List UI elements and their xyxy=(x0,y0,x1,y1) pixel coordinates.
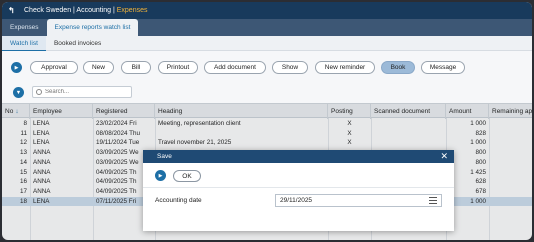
divider xyxy=(143,187,454,188)
tab-expense-reports-watch-list[interactable]: Expense reports watch list xyxy=(46,19,139,36)
list-icon[interactable] xyxy=(429,197,437,204)
sub-tabs: Watch list Booked invoices xyxy=(2,36,532,51)
breadcrumb: Check Sweden | Accounting | Expenses xyxy=(24,7,148,14)
close-icon[interactable]: ✕ xyxy=(440,151,448,162)
back-arrow-icon[interactable]: ↰ xyxy=(8,6,18,15)
breadcrumb-section[interactable]: Expenses xyxy=(117,7,148,14)
book-button[interactable]: Book xyxy=(381,61,415,74)
show-button[interactable]: Show xyxy=(272,61,308,74)
run-icon[interactable]: ▶ xyxy=(11,62,22,73)
toolbar: ▶ Approval New Bill Printout Add documen… xyxy=(2,51,532,83)
accounting-date-value: 29/11/2025 xyxy=(280,197,313,204)
accounting-date-label: Accounting date xyxy=(155,197,202,204)
new-button[interactable]: New xyxy=(83,61,114,74)
breadcrumb-path: Check Sweden | Accounting | xyxy=(24,7,117,14)
save-dialog: Save ✕ ▶ OK Accounting date 29/11/2025 xyxy=(143,150,454,231)
search-icon xyxy=(36,89,42,95)
title-bar: ↰ Check Sweden | Accounting | Expenses xyxy=(2,2,532,19)
ok-button[interactable]: OK xyxy=(173,170,201,182)
tab-booked-invoices[interactable]: Booked invoices xyxy=(46,36,109,51)
tab-watch-list[interactable]: Watch list xyxy=(2,36,46,51)
approval-button[interactable]: Approval xyxy=(30,61,78,74)
bill-button[interactable]: Bill xyxy=(121,61,151,74)
dialog-header: Save xyxy=(143,150,454,163)
accounting-date-field[interactable]: 29/11/2025 xyxy=(275,194,442,207)
dialog-title: Save xyxy=(157,153,172,160)
filter-row: ▼ xyxy=(2,83,532,103)
add-document-button[interactable]: Add document xyxy=(204,61,266,74)
message-button[interactable]: Message xyxy=(421,61,465,74)
app-window: ↰ Check Sweden | Accounting | Expenses E… xyxy=(2,2,532,240)
tab-expenses[interactable]: Expenses xyxy=(2,19,47,36)
search-input[interactable] xyxy=(45,89,125,95)
search-box xyxy=(32,86,132,98)
new-reminder-button[interactable]: New reminder xyxy=(315,61,375,74)
printout-button[interactable]: Printout xyxy=(158,61,198,74)
main-tabs: Expenses Expense reports watch list xyxy=(2,19,532,36)
run-icon[interactable]: ▶ xyxy=(155,170,166,181)
filter-icon[interactable]: ▼ xyxy=(13,87,24,98)
